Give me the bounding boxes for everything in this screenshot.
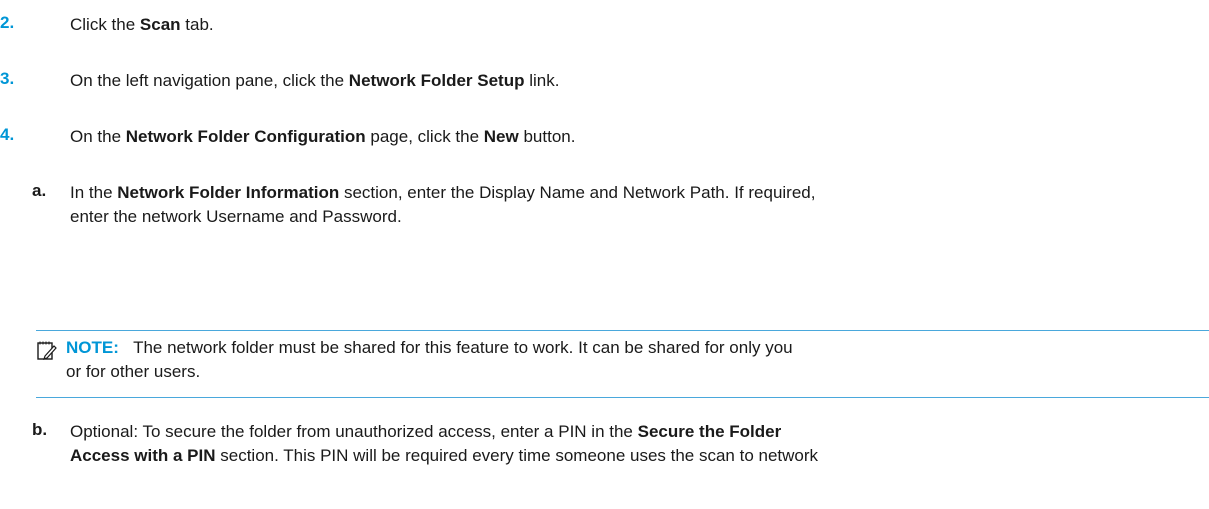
substep-letter: b. bbox=[32, 420, 48, 439]
note-text: The network folder must be shared for th… bbox=[133, 338, 793, 357]
step-bold: New bbox=[483, 127, 519, 146]
step-text: On the bbox=[70, 127, 126, 146]
step-text: Click the bbox=[70, 15, 140, 34]
step-text: link. bbox=[524, 71, 560, 90]
step-number: 4. bbox=[0, 125, 15, 144]
note-pencil-icon bbox=[36, 340, 58, 362]
substep-letter: a. bbox=[32, 181, 47, 200]
substep-b: b. Optional: To secure the folder from u… bbox=[0, 420, 818, 468]
substep-a: a. In the Network Folder Information sec… bbox=[0, 181, 815, 229]
substep-bold: Network Folder Information bbox=[117, 183, 340, 202]
step-bold: Network Folder Setup bbox=[348, 71, 525, 90]
step-text: button. bbox=[518, 127, 576, 146]
step-bold: Network Folder Configuration bbox=[125, 127, 366, 146]
step-number: 3. bbox=[0, 69, 15, 88]
substep-text: section. This PIN will be required every… bbox=[215, 446, 819, 465]
step-4: 4. On the Network Folder Configuration p… bbox=[0, 125, 575, 149]
substep-bold: Secure the Folder bbox=[637, 422, 782, 441]
note-text: or for other users. bbox=[66, 362, 201, 381]
step-text: page, click the bbox=[365, 127, 484, 146]
step-text: On the left navigation pane, click the bbox=[70, 71, 349, 90]
substep-text: section, enter the Display Name and Netw… bbox=[339, 183, 816, 202]
step-3: 3. On the left navigation pane, click th… bbox=[0, 69, 559, 93]
step-bold: Scan bbox=[139, 15, 181, 34]
step-text: tab. bbox=[180, 15, 214, 34]
step-number: 2. bbox=[0, 13, 15, 32]
note-label: NOTE: bbox=[66, 338, 119, 357]
substep-text: enter the network Username and Password. bbox=[70, 207, 402, 226]
substep-bold: Access with a PIN bbox=[70, 446, 216, 465]
substep-text: Optional: To secure the folder from unau… bbox=[70, 422, 638, 441]
step-2: 2. Click the Scan tab. bbox=[0, 13, 214, 37]
substep-text: In the bbox=[70, 183, 118, 202]
note-box: NOTE: The network folder must be shared … bbox=[36, 330, 1209, 398]
